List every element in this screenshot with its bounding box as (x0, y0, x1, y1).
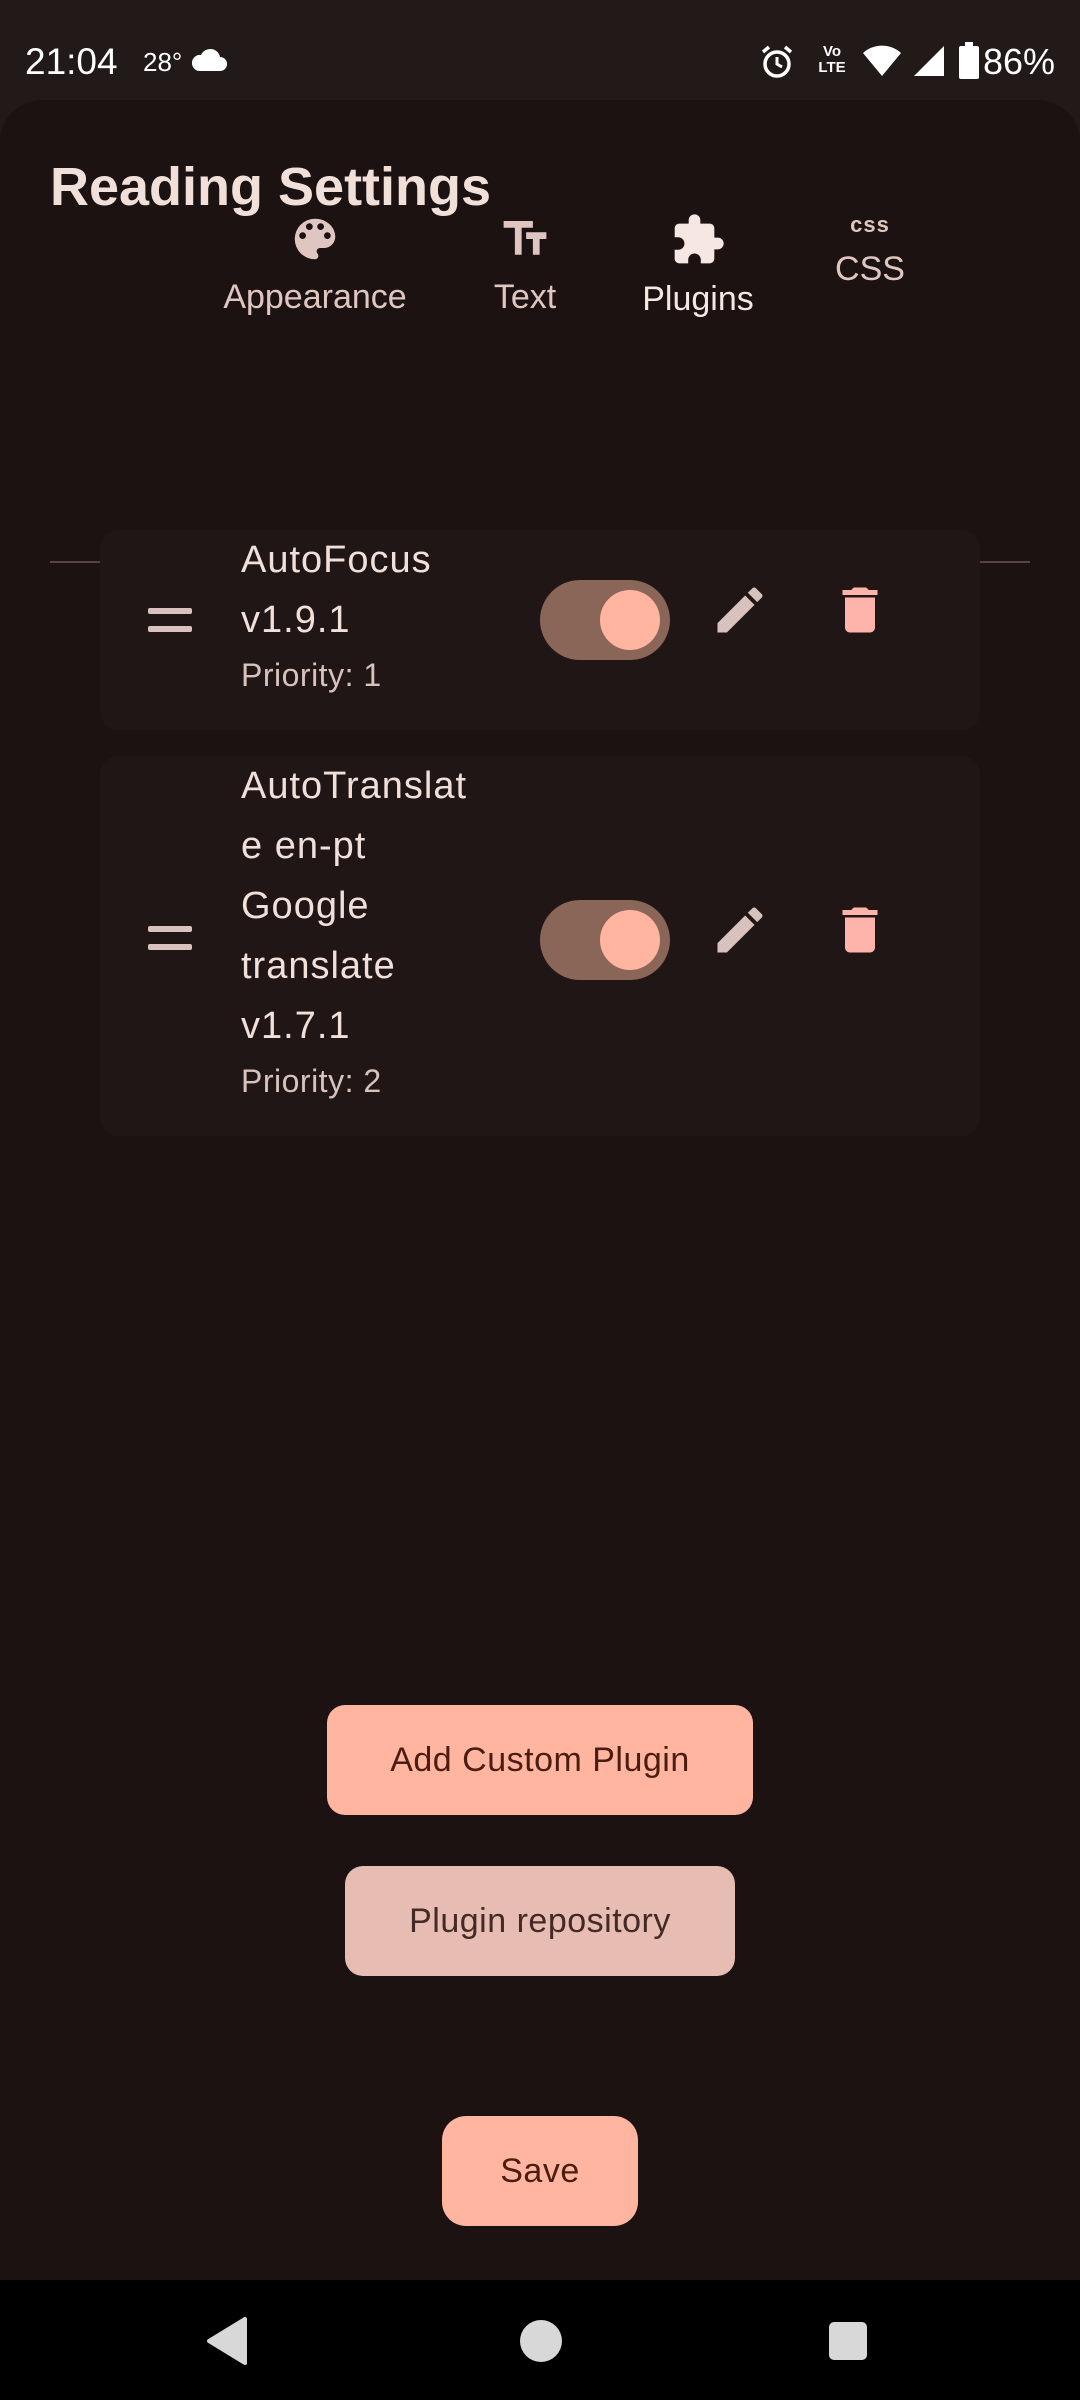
plugin-name-line: translate (241, 945, 396, 987)
edit-icon[interactable] (710, 900, 770, 960)
drag-handle-icon[interactable] (148, 926, 192, 962)
edit-icon[interactable] (710, 580, 770, 640)
status-time: 21:04 (25, 41, 118, 82)
battery-icon (958, 42, 980, 85)
tab-text[interactable]: Text (470, 100, 580, 316)
tab-appearance[interactable]: Appearance (220, 100, 410, 316)
cloud-icon (190, 48, 228, 77)
delete-icon[interactable] (830, 900, 890, 960)
plugin-card-autotranslate: AutoTranslat e en-pt Google translate v1… (100, 756, 980, 1136)
tab-css[interactable]: css CSS (820, 100, 920, 288)
text-size-icon (498, 212, 552, 266)
drag-handle-icon[interactable] (148, 608, 192, 644)
tab-plugins-label: Plugins (642, 280, 754, 318)
recent-apps-icon[interactable] (829, 2322, 867, 2360)
volte-icon: Vo LTE (818, 43, 846, 76)
plugin-name-line: e en-pt (241, 825, 367, 867)
plugin-name-line: Google (241, 885, 370, 927)
css-icon: css (850, 212, 890, 237)
plugin-name-line: AutoTranslat (241, 765, 468, 807)
palette-icon (288, 212, 342, 266)
battery-percent: 86% (983, 41, 1056, 82)
plugin-enable-toggle[interactable] (540, 900, 670, 980)
plugin-repository-button[interactable]: Plugin repository (345, 1866, 735, 1976)
plugin-priority: Priority: 1 (241, 657, 382, 693)
save-button[interactable]: Save (442, 2116, 638, 2226)
status-temperature: 28° (143, 47, 183, 77)
reading-settings-sheet: Reading Settings Appearance Text Plugins… (0, 100, 1080, 2280)
home-icon[interactable] (520, 2320, 562, 2362)
plugin-version: v1.7.1 (241, 1005, 351, 1047)
plugin-info: AutoFocus v1.9.1 Priority: 1 (241, 530, 501, 700)
plugin-enable-toggle[interactable] (540, 580, 670, 660)
plugin-card-autofocus: AutoFocus v1.9.1 Priority: 1 (100, 530, 980, 730)
add-custom-plugin-button[interactable]: Add Custom Plugin (327, 1705, 753, 1815)
plugin-name: AutoFocus (241, 539, 432, 581)
status-bar: 21:04 28° Vo LTE 86% (0, 0, 1080, 100)
navigation-bar (0, 2280, 1080, 2400)
plugin-priority: Priority: 2 (241, 1063, 382, 1099)
plugin-info: AutoTranslat e en-pt Google translate v1… (241, 756, 501, 1106)
signal-icon (912, 45, 946, 82)
tab-plugins[interactable]: Plugins (630, 100, 766, 318)
alarm-icon (760, 44, 794, 85)
tab-text-label: Text (493, 278, 557, 316)
tab-appearance-label: Appearance (223, 278, 407, 316)
back-icon[interactable] (205, 2315, 249, 2372)
delete-icon[interactable] (830, 580, 890, 640)
plugin-version: v1.9.1 (241, 599, 351, 641)
puzzle-icon (670, 212, 726, 268)
wifi-icon (862, 45, 902, 82)
tab-css-label: CSS (835, 250, 905, 288)
